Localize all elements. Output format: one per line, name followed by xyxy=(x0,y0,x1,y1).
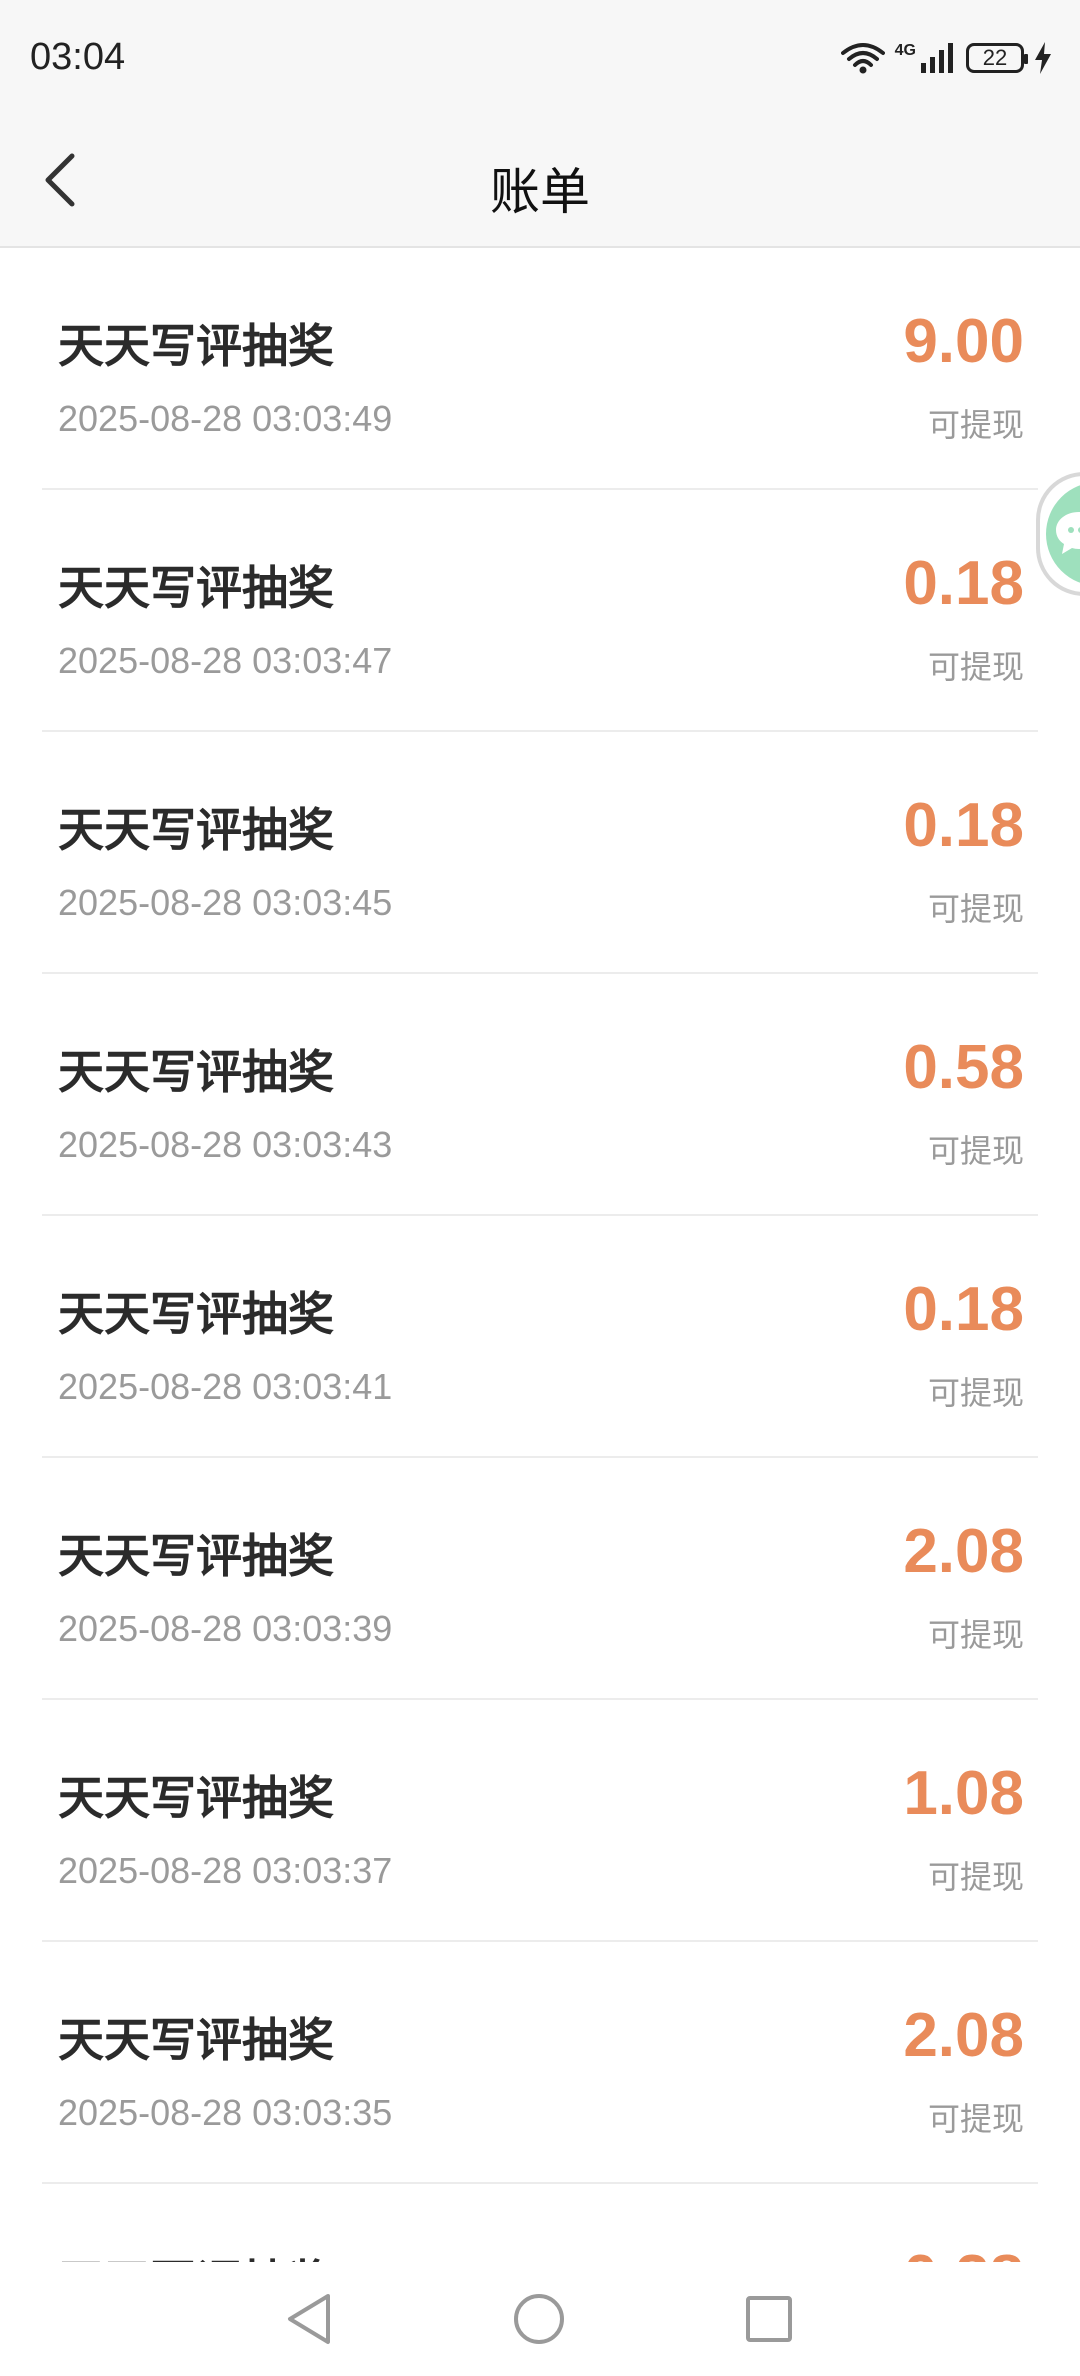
bill-amount: 0.18 xyxy=(903,791,1024,860)
bill-title: 天天写评抽奖 xyxy=(58,1045,334,1099)
status-time: 03:04 xyxy=(30,36,126,78)
bill-status: 可提现 xyxy=(927,406,1024,444)
chat-bubble-icon xyxy=(1056,512,1080,554)
back-triangle-icon xyxy=(288,2294,330,2344)
bill-item[interactable]: 天天写评抽奖 2025-08-28 03:03:43 0.58 可提现 xyxy=(42,974,1038,1216)
bill-status: 可提现 xyxy=(927,1858,1024,1896)
bill-time: 2025-08-28 03:03:37 xyxy=(58,1850,393,1891)
bill-time: 2025-08-28 03:03:49 xyxy=(58,398,393,439)
network-type-label: 4G xyxy=(894,42,916,59)
bill-status: 可提现 xyxy=(927,890,1024,928)
navigation-bar xyxy=(0,2262,1080,2376)
bill-title: 天天写评抽奖 xyxy=(58,1287,334,1341)
bill-item[interactable]: 天天写评抽奖 0.28 xyxy=(42,2184,1038,2262)
status-bar: 03:04 4G 22 xyxy=(0,0,1080,120)
bill-status: 可提现 xyxy=(927,1616,1024,1654)
bill-amount: 1.08 xyxy=(903,1759,1024,1828)
bill-amount: 0.58 xyxy=(903,1033,1024,1102)
bill-amount: 0.28 xyxy=(903,2242,1024,2262)
bill-title: 天天写评抽奖 xyxy=(58,319,334,373)
bill-amount: 0.18 xyxy=(903,1275,1024,1344)
bill-item[interactable]: 天天写评抽奖 2025-08-28 03:03:35 2.08 可提现 xyxy=(42,1942,1038,2184)
bill-item[interactable]: 天天写评抽奖 2025-08-28 03:03:47 0.18 可提现 xyxy=(42,490,1038,732)
header: 账单 xyxy=(0,120,1080,248)
bill-amount: 2.08 xyxy=(903,1517,1024,1586)
bill-time: 2025-08-28 03:03:47 xyxy=(58,640,393,681)
bill-time: 2025-08-28 03:03:39 xyxy=(58,1608,393,1649)
bill-item[interactable]: 天天写评抽奖 2025-08-28 03:03:41 0.18 可提现 xyxy=(42,1216,1038,1458)
bill-time: 2025-08-28 03:03:35 xyxy=(58,2092,393,2133)
bill-status: 可提现 xyxy=(927,1374,1024,1412)
bill-item[interactable]: 天天写评抽奖 2025-08-28 03:03:49 9.00 可提现 xyxy=(42,248,1038,490)
home-circle-icon xyxy=(514,2294,564,2344)
nav-home-button[interactable] xyxy=(506,2286,572,2352)
bill-status: 可提现 xyxy=(927,648,1024,686)
bill-list[interactable]: 天天写评抽奖 2025-08-28 03:03:49 9.00 可提现 天天写评… xyxy=(0,248,1080,2262)
bill-time: 2025-08-28 03:03:43 xyxy=(58,1124,393,1165)
bill-title: 天天写评抽奖 xyxy=(58,1771,334,1825)
bill-item[interactable]: 天天写评抽奖 2025-08-28 03:03:39 2.08 可提现 xyxy=(42,1458,1038,1700)
bill-amount: 0.18 xyxy=(903,549,1024,618)
nav-recents-button[interactable] xyxy=(736,2286,802,2352)
bill-title: 天天写评抽奖 xyxy=(58,1529,334,1583)
signal-icon xyxy=(920,43,956,73)
recents-square-icon xyxy=(746,2296,792,2342)
charging-icon xyxy=(1034,42,1052,74)
page-title: 账单 xyxy=(490,163,590,221)
bill-item[interactable]: 天天写评抽奖 2025-08-28 03:03:37 1.08 可提现 xyxy=(42,1700,1038,1942)
bill-status: 可提现 xyxy=(927,2100,1024,2138)
battery-icon: 22 xyxy=(966,43,1028,73)
bill-title: 天天写评抽奖 xyxy=(58,561,334,615)
bill-time: 2025-08-28 03:03:45 xyxy=(58,882,393,923)
bill-time: 2025-08-28 03:03:41 xyxy=(58,1366,393,1407)
wifi-icon xyxy=(840,41,885,75)
bill-amount: 9.00 xyxy=(903,307,1024,376)
nav-back-button[interactable] xyxy=(276,2286,342,2352)
bill-item[interactable]: 天天写评抽奖 2025-08-28 03:03:45 0.18 可提现 xyxy=(42,732,1038,974)
bill-title: 天天写评抽奖 xyxy=(58,2246,334,2262)
bill-status: 可提现 xyxy=(927,1132,1024,1170)
status-icons: 4G 22 xyxy=(840,38,1052,78)
bill-title: 天天写评抽奖 xyxy=(58,2013,334,2067)
bill-amount: 2.08 xyxy=(903,2001,1024,2070)
bill-title: 天天写评抽奖 xyxy=(58,803,334,857)
